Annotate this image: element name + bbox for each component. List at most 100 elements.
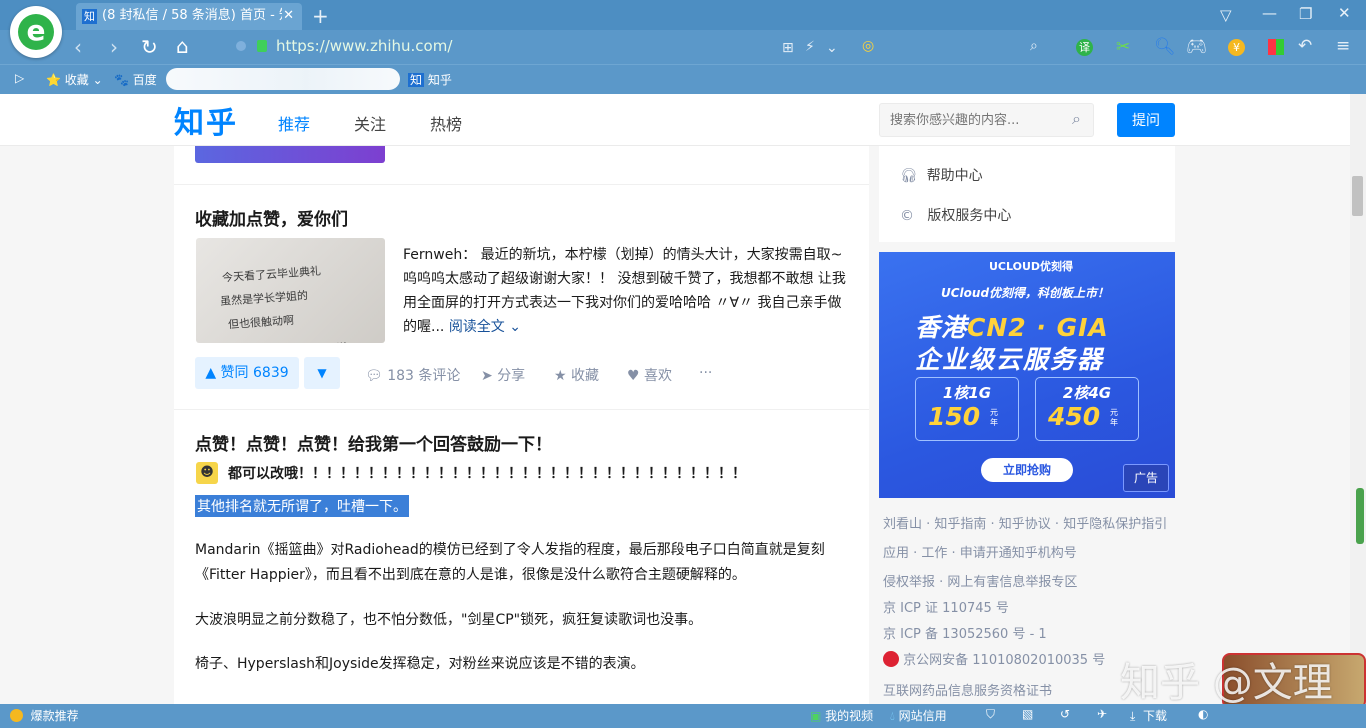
back-icon[interactable]: ‹ [74,35,82,59]
site-info-icon[interactable] [236,41,246,51]
avatar[interactable]: ☻ [196,462,218,484]
home-icon[interactable]: ⌂ [176,34,189,58]
comments-button[interactable]: 💬︎ 183 条评论 [365,365,460,385]
share-button[interactable]: ➤ 分享 [481,365,525,385]
ad-plan: 1核1G 150 元 年 [915,377,1019,441]
favorite-button[interactable]: ★ 收藏 [554,365,599,385]
coin-icon[interactable]: ¥ [1228,39,1245,56]
footer-icp[interactable]: 京 ICP 证 110745 号 [883,597,1009,616]
bookmark-toggle-icon[interactable]: ▷ [15,71,24,85]
footer-police-label: 京公网安备 11010802010035 号 [903,653,1106,668]
hot-recommend[interactable]: 爆款推荐 [10,707,79,724]
grid-icon[interactable]: ⊞ [782,40,794,56]
tab-recommend[interactable]: 推荐 [278,111,310,135]
ask-button[interactable]: 提问 [1117,103,1175,137]
photo-text: 今天看了云毕业典礼 [221,264,322,285]
ad-brand: UCLOUD优刻得 [989,260,1074,273]
zhihu-bookmark-icon: 知 [408,73,425,87]
plan-price: 150 [928,402,981,431]
tab-hot[interactable]: 热榜 [430,111,462,135]
download-button[interactable]: ⤓ 下载 [1130,707,1167,724]
help-center-link[interactable]: 🎧︎ 帮助中心 [900,165,983,185]
skin-icon[interactable]: ▽ [1220,6,1232,24]
ucloud-ad-banner[interactable]: UCLOUD优刻得 UCloud优刻得，科创板上市！ 香港CN2 · GIA 企… [879,252,1175,498]
watermark: 知乎 @文理 [1120,660,1333,706]
more-button[interactable]: ··· [699,365,712,381]
minimize-icon[interactable]: — [1262,4,1277,22]
search-engine-icon[interactable]: ◎ [862,38,874,54]
like-button[interactable]: ♥ 喜欢 [627,365,672,385]
footer-links[interactable]: 侵权举报 · 网上有害信息举报专区 [883,571,1077,590]
speed-icon[interactable]: ✈ [1097,707,1107,721]
comment-icon: 💬︎ [365,368,383,384]
undo-icon[interactable]: ↶ [1298,36,1312,56]
chevron-down-icon[interactable]: ⌄ [826,40,838,56]
close-window-icon[interactable]: ✕ [1338,4,1351,22]
url-text[interactable]: https://www.zhihu.com/ [276,37,452,55]
redaction-scribble [166,68,400,90]
search-input[interactable] [880,104,1070,136]
rotate-icon[interactable]: ↺ [1060,707,1070,721]
restore-icon[interactable]: ❐ [1299,5,1312,23]
search-icon[interactable]: ⌕ [1030,38,1038,54]
translate-icon[interactable]: 译 [1076,39,1093,56]
footer-icp[interactable]: 京 ICP 备 13052560 号 - 1 [883,623,1047,642]
status-label: 爆款推荐 [30,709,79,723]
status-extra-icon[interactable]: ◐ [1198,707,1208,721]
scrollbar-thumb[interactable] [1352,176,1363,216]
magnifier-icon[interactable]: 🔍︎ [1154,37,1176,57]
bookmark-favorites[interactable]: ⭐ 收藏 ⌄ [46,71,103,88]
forward-icon[interactable]: › [110,35,118,59]
site-credit-button[interactable]: 💧︎ 网站信用 [890,707,947,724]
search-icon[interactable]: ⌕ [1072,109,1081,129]
download-icon: ⤓ [1130,709,1136,723]
lock-icon [257,40,267,52]
read-more-link[interactable]: 阅读全文 ⌄ [449,319,521,335]
apps-icon[interactable] [1268,39,1284,55]
favorite-label: 收藏 [571,368,600,384]
browser-logo-icon[interactable]: e [10,6,62,58]
answer-thumbnail[interactable]: 今天看了云毕业典礼 虽然是学长学姐的 但也很触动啊 ... [196,238,385,343]
video-icon: ▣ [810,709,822,723]
footer-links[interactable]: 应用 · 工作 · 申请开通知乎机构号 [883,542,1077,561]
feed-thumbnail[interactable] [195,146,385,163]
new-tab-button[interactable]: + [312,4,329,28]
side-widget-handle[interactable] [1356,488,1364,544]
bookmark-baidu[interactable]: 🐾 百度 [114,71,157,88]
footer-links[interactable]: 刘看山 · 知乎指南 · 知乎协议 · 知乎隐私保护指引 [883,513,1167,532]
zhihu-favicon-icon: 知 [82,9,97,24]
refresh-icon[interactable]: ↻ [141,35,158,59]
star-badge-icon [10,709,23,722]
image-icon[interactable]: ▧ [1022,707,1033,721]
footer-police[interactable]: 京公网安备 11010802010035 号 [883,649,1105,668]
downvote-button[interactable]: ▼ [304,357,340,389]
lightning-icon[interactable]: ⚡ [805,39,815,55]
copyright-center-link[interactable]: © 版权服务中心 [900,205,1011,225]
selected-text[interactable]: 其他排名就无所谓了，吐槽一下。 [195,495,409,517]
tab-follow[interactable]: 关注 [354,111,386,135]
close-tab-icon[interactable]: ✕ [283,3,294,29]
ad-subtitle: UCloud优刻得，科创板上市！ [941,286,1110,300]
upvote-button[interactable]: ▲ 赞同 6839 [195,357,299,389]
shield-icon[interactable]: ⛉ [986,707,995,722]
zhihu-logo[interactable]: 知乎 [174,98,238,142]
tab-title: (8 封私信 / 58 条消息) 首页 - 知 [102,8,282,23]
scissors-icon[interactable]: ✂ [1116,37,1130,57]
author-line: 都可以改哦！！！！！！！！！！！！！！！！！！！！！！！！！！！！！！！！ [228,466,746,482]
status-label: 下载 [1142,709,1167,723]
menu-icon[interactable]: ≡ [1336,36,1350,56]
my-video-button[interactable]: ▣ 我的视频 [810,707,873,724]
gamepad-icon[interactable]: 🎮︎ [1186,37,1208,57]
bookmark-zhihu[interactable]: 知 知乎 [408,71,452,88]
question-title[interactable]: 收藏加点赞，爱你们 [195,205,348,230]
ad-headline-2: 企业级云服务器 [915,345,1105,374]
answer-excerpt[interactable]: Fernweh： 最近的新坑，本柠檬（划掉）的情头大计，大家按需自取~ 呜呜呜太… [403,243,848,339]
ad-buy-button[interactable]: 立即抢购 [981,458,1073,482]
police-badge-icon [883,651,899,667]
answer-paragraph: 椅子、Hyperslash和Joyside发挥稳定，对粉丝来说应该是不错的表演。 [195,656,645,672]
read-more-label: 阅读全文 [448,319,505,335]
footer-license[interactable]: 互联网药品信息服务资格证书 [883,680,1052,699]
question-title[interactable]: 点赞！点赞！点赞！给我第一个回答鼓励一下！ [195,430,552,455]
browser-tab[interactable]: 知 (8 封私信 / 58 条消息) 首页 - 知 ✕ [76,3,302,30]
ad-tag: 广告 [1123,464,1169,492]
